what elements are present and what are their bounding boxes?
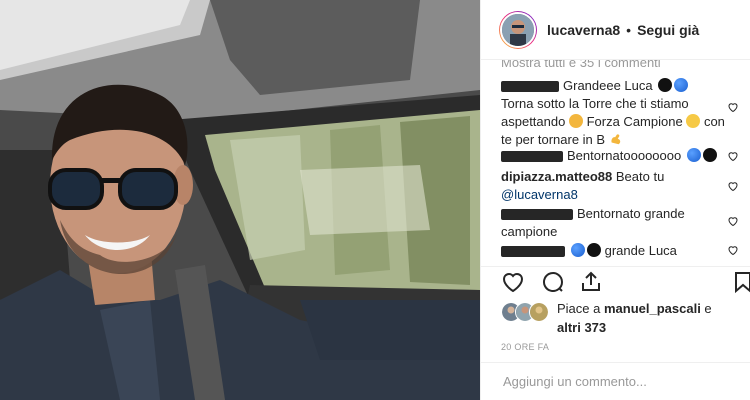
avatar-image [500,11,536,48]
likes-prefix: Piace a [557,301,604,316]
black-circle-icon [702,148,717,162]
comments-list[interactable]: Mostra tutti e 35 i commenti Grandeee Lu… [481,60,750,266]
heart-icon[interactable] [501,270,525,294]
post-sidebar: lucaverna8 • Segui già Mostra tutti e 35… [480,0,750,400]
smiling-face-icon [686,114,701,128]
redacted-username [501,209,573,221]
following-button[interactable]: Segui già [637,22,699,38]
black-circle-icon [658,78,673,92]
comment-like-heart-icon[interactable] [727,244,739,256]
flexed-biceps-icon [611,134,620,145]
comment-text: Bentornatoooooooo [567,148,682,163]
comment-text: Forza Campione [586,114,683,129]
liker-avatar[interactable] [529,302,549,322]
comment-like-heart-icon[interactable] [727,215,739,227]
likes-others-link[interactable]: altri 373 [557,320,606,335]
blue-circle-icon [686,148,701,162]
blue-circle-icon [674,78,689,92]
add-comment-box [481,362,750,400]
comment-text: grande Luca [604,243,677,258]
likes-text: Piace a manuel_pascali e altri 373 [557,299,737,337]
comment-item: Torna sotto la Torre che ti stiamo aspet… [501,95,729,149]
comment-text: Grandeee Luca [563,78,653,93]
black-circle-icon [587,243,601,257]
likes-summary: Piace a manuel_pascali e altri 373 [501,300,741,336]
comment-item: Bentornato grande campione [501,205,701,241]
redacted-username [501,151,563,163]
redacted-username [501,246,565,258]
load-more-comments-link[interactable]: Mostra tutti e 35 i commenti [501,60,661,70]
post-timestamp[interactable]: 20 ORE FA [501,342,549,352]
mention-link[interactable]: @lucaverna8 [501,187,578,202]
bookmark-icon[interactable] [731,270,750,294]
post-actions [481,266,750,298]
comment-item: dipiazza.matteo88 Beato tu @lucaverna8 [501,168,729,204]
cat-face-icon [568,114,583,128]
blue-circle-icon [571,243,585,257]
share-icon[interactable] [579,270,603,294]
selfie-in-car-image [0,0,480,400]
comment-item: Bentornatoooooooo [501,147,729,165]
comment-like-heart-icon[interactable] [727,150,739,162]
add-comment-input[interactable] [501,373,735,390]
post-header: lucaverna8 • Segui già [481,0,750,60]
header-separator: • [626,21,632,38]
redacted-username [501,81,559,93]
post-photo[interactable] [0,0,480,400]
comment-like-heart-icon[interactable] [727,180,739,192]
username-link[interactable]: lucaverna8 [547,22,620,38]
comment-icon[interactable] [541,270,565,294]
likes-suffix: e [700,301,712,316]
comment-text: Beato tu [615,169,665,184]
comment-username-link[interactable]: dipiazza.matteo88 [501,169,612,184]
avatar[interactable] [499,10,537,49]
comment-item: Grandeee Luca [501,77,729,95]
comment-item: grande Luca [501,242,729,260]
liker-username-link[interactable]: manuel_pascali [604,301,701,316]
